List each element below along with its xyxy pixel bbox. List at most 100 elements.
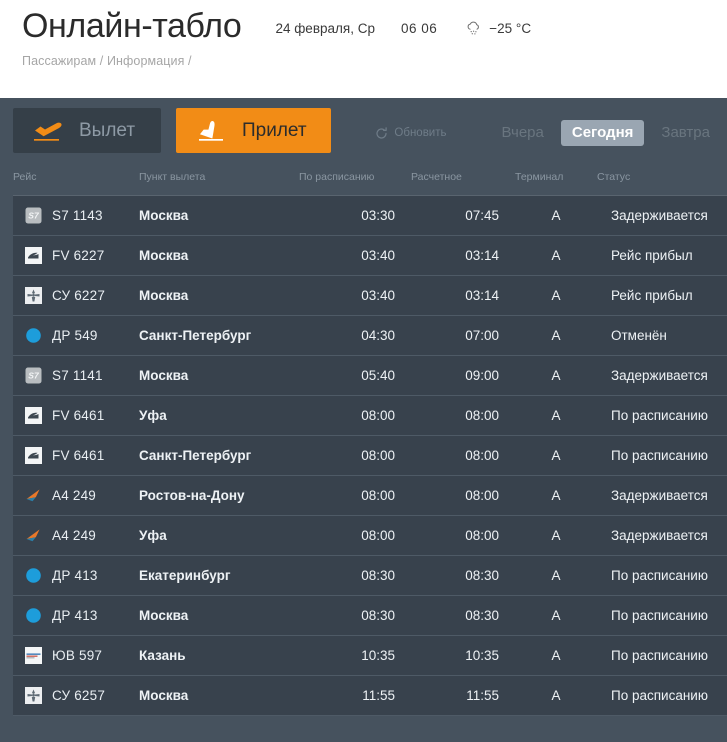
cell-terminal: A — [551, 648, 561, 663]
flight-number: СУ 6257 — [52, 688, 106, 703]
flight-number: ДР 413 — [52, 608, 98, 623]
col-header-flight: Рейс — [13, 171, 139, 196]
cell-terminal: A — [551, 408, 561, 423]
tab-arrival-label: Прилет — [242, 119, 307, 141]
col-header-status: Статус — [597, 171, 727, 196]
board-controls: Вылет Прилет Обновить Вчера Сегодня Завт… — [0, 98, 727, 171]
table-row[interactable]: FV 6461 Уфа 08:00 08:00 A По расписанию — [13, 395, 727, 436]
azimuth-logo-icon — [25, 487, 42, 504]
azimuth-logo-icon — [25, 527, 42, 544]
flight-number: FV 6461 — [52, 448, 105, 463]
flight-number: ЮВ 597 — [52, 648, 103, 663]
cell-scheduled: 08:00 — [361, 408, 395, 423]
table-header-row: Рейс Пункт вылета По расписанию Расчетно… — [13, 171, 727, 196]
cell-estimated: 08:00 — [465, 488, 499, 503]
cell-flight: FV 6227 — [13, 236, 139, 276]
day-btn-tomorrow[interactable]: Завтра — [650, 120, 721, 146]
cell-origin: Санкт-Петербург — [139, 448, 252, 463]
cell-estimated: 08:30 — [465, 568, 499, 583]
tab-departure[interactable]: Вылет — [13, 108, 161, 153]
table-row[interactable]: СУ 6227 Москва 03:40 03:14 A Рейс прибыл — [13, 275, 727, 316]
board-panel: Вылет Прилет Обновить Вчера Сегодня Завт… — [0, 98, 727, 742]
cloud-snow-icon — [465, 21, 483, 37]
cell-origin: Уфа — [139, 408, 167, 423]
rossiya-logo-icon — [25, 247, 42, 264]
cell-origin: Ростов-на-Дону — [139, 488, 245, 503]
table-row[interactable]: ЮВ 597 Казань 10:35 10:35 A По расписанию — [13, 635, 727, 676]
col-header-terminal: Терминал — [515, 171, 597, 196]
cell-terminal: A — [551, 448, 561, 463]
cell-scheduled: 08:00 — [361, 528, 395, 543]
cell-terminal: A — [551, 608, 561, 623]
refresh-icon — [375, 126, 388, 140]
cell-origin: Москва — [139, 608, 189, 623]
cell-flight: ЮВ 597 — [13, 636, 139, 676]
table-row[interactable]: ДР 413 Екатеринбург 08:30 08:30 A По расписан… — [13, 555, 727, 596]
table-row[interactable]: FV 6461 Санкт-Петербург 08:00 08:00 A По расп… — [13, 435, 727, 476]
table-row[interactable]: ДР 413 Москва 08:30 08:30 A По расписанию — [13, 595, 727, 636]
cell-origin: Уфа — [139, 528, 167, 543]
cell-terminal: A — [551, 248, 561, 263]
status-badge: Задерживается — [611, 368, 708, 383]
tab-arrival[interactable]: Прилет — [176, 108, 332, 153]
table-row[interactable]: СУ 6257 Москва 11:55 11:55 A По расписанию — [13, 675, 727, 716]
flight-number: S7 1143 — [52, 208, 103, 223]
cell-terminal: A — [551, 368, 561, 383]
cell-estimated: 08:00 — [465, 408, 499, 423]
cell-flight: ДР 413 — [13, 596, 139, 636]
breadcrumb[interactable]: Пассажирам / Информация / — [22, 54, 705, 68]
cell-terminal: A — [551, 208, 561, 223]
aeroflot-logo-icon — [25, 687, 42, 704]
tab-departure-label: Вылет — [79, 119, 136, 141]
flight-number: ДР 413 — [52, 568, 98, 583]
cell-scheduled: 08:00 — [361, 488, 395, 503]
cell-scheduled: 10:35 — [361, 648, 395, 663]
cell-flight: ДР 413 — [13, 556, 139, 596]
status-badge: Задерживается — [611, 208, 708, 223]
refresh-button[interactable]: Обновить — [375, 126, 447, 140]
cell-flight: СУ 6227 — [13, 276, 139, 316]
header-meta: 24 февраля, Ср 06 06 −25 °C — [275, 21, 531, 37]
page-header: Онлайн-табло 24 февраля, Ср 06 06 −25 °C — [0, 0, 727, 95]
table-row[interactable]: S7 S7 1143 Москва 03:30 07:45 A Задерживается — [13, 195, 727, 236]
plane-departure-icon — [31, 118, 65, 144]
weather-block: −25 °C — [465, 21, 531, 37]
cell-flight: СУ 6257 — [13, 676, 139, 716]
table-row[interactable]: ДР 549 Санкт-Петербург 04:30 07:00 A Отменён — [13, 315, 727, 356]
blue-dot-logo-icon — [25, 607, 42, 624]
flight-number: СУ 6227 — [52, 288, 106, 303]
cell-terminal: A — [551, 328, 561, 343]
day-btn-yesterday[interactable]: Вчера — [491, 120, 555, 146]
table-row[interactable]: A4 249 Уфа 08:00 08:00 A Задерживается — [13, 515, 727, 556]
status-badge: Отменён — [611, 328, 667, 343]
day-btn-today[interactable]: Сегодня — [560, 120, 645, 146]
flights-table-body: S7 S7 1143 Москва 03:30 07:45 A Задерживается F… — [13, 195, 727, 716]
cell-estimated: 09:00 — [465, 368, 499, 383]
table-row[interactable]: FV 6227 Москва 03:40 03:14 A Рейс прибыл — [13, 235, 727, 276]
cell-scheduled: 03:40 — [361, 288, 395, 303]
status-badge: По расписанию — [611, 568, 708, 583]
cell-scheduled: 08:30 — [361, 608, 395, 623]
cell-terminal: A — [551, 288, 561, 303]
cell-flight: ДР 549 — [13, 316, 139, 356]
cell-estimated: 03:14 — [465, 248, 499, 263]
table-row[interactable]: S7 S7 1141 Москва 05:40 09:00 A Задерживается — [13, 355, 727, 396]
yuv-logo-icon — [25, 647, 42, 664]
table-row[interactable]: A4 249 Ростов-на-Дону 08:00 08:00 A Задержива… — [13, 475, 727, 516]
blue-dot-logo-icon — [25, 327, 42, 344]
blue-dot-logo-icon — [25, 567, 42, 584]
breadcrumb-text[interactable]: Пассажирам / Информация / — [22, 54, 192, 68]
cell-origin: Москва — [139, 248, 189, 263]
cell-flight: S7 S7 1143 — [13, 196, 139, 236]
cell-origin: Москва — [139, 208, 189, 223]
cell-scheduled: 11:55 — [362, 688, 395, 703]
status-badge: По расписанию — [611, 608, 708, 623]
cell-terminal: A — [551, 688, 561, 703]
day-controls: Обновить Вчера Сегодня Завтра — [375, 120, 727, 146]
cell-terminal: A — [551, 488, 561, 503]
status-badge: По расписанию — [611, 688, 708, 703]
cell-origin: Москва — [139, 688, 189, 703]
cell-estimated: 11:55 — [466, 688, 499, 703]
status-badge: По расписанию — [611, 408, 708, 423]
refresh-label: Обновить — [394, 127, 447, 139]
